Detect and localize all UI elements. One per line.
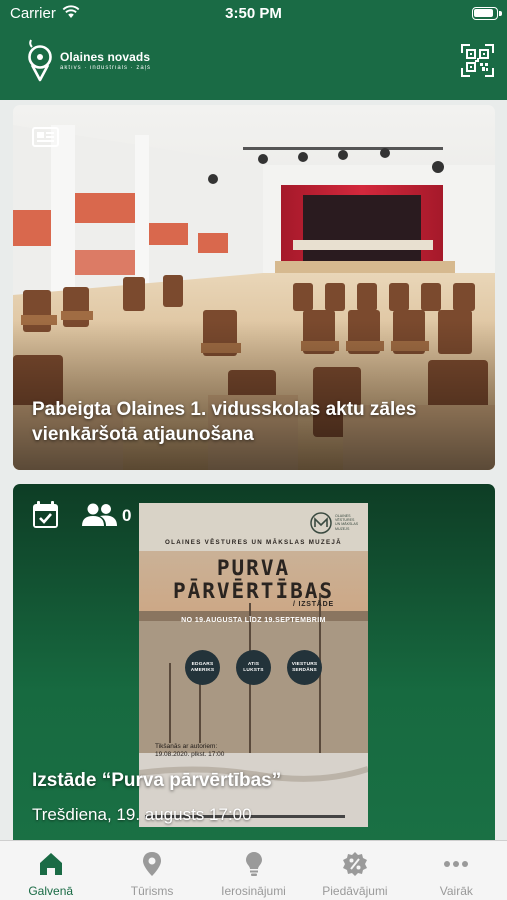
calendar-check-icon[interactable] (32, 501, 59, 529)
home-icon (39, 853, 62, 875)
logo-title: Olaines novads (60, 49, 151, 64)
poster-title-line1: PURVA (216, 556, 291, 580)
news-feed[interactable]: Pabeigta Olaines 1. vidusskolas aktu zāl… (0, 100, 507, 840)
tab-turisms[interactable]: Tūrisms (101, 841, 202, 900)
poster-meeting-line2: 19.08.2020. plkst. 17:00 (155, 751, 225, 758)
poster-logo-text-4: MUZEJS (335, 526, 350, 531)
poster-artist-1: EDGARS AMERIKS (185, 650, 220, 685)
poster-title-line2: PĀRVĒRTĪBAS (172, 579, 335, 603)
museum-logo-icon (310, 512, 332, 534)
tab-ierosinajumi[interactable]: Ierosinājumi (203, 841, 304, 900)
news-card[interactable]: Pabeigta Olaines 1. vidusskolas aktu zāl… (13, 105, 495, 470)
app-header: Olaines novads aktīvs · industriāls · za… (0, 26, 507, 100)
poster-meeting-line1: Tikšanās ar autoriem: (155, 743, 218, 750)
event-card[interactable]: 0 OLAINES VĒSTURES UN MĀKSLAS MUZEJS OLA… (13, 484, 495, 840)
event-date: Trešdiena, 19. augusts 17:00 (32, 805, 252, 824)
location-pin-logo-icon (28, 39, 52, 82)
newspaper-icon (32, 127, 59, 147)
artist-1-last-name: AMERIKS (190, 667, 215, 673)
poster-logo-text-3: UN MĀKSLAS (335, 522, 359, 527)
tab-galvena[interactable]: Galvenā (0, 841, 101, 900)
percent-badge-icon (342, 852, 367, 876)
map-pin-icon (143, 852, 162, 876)
logo-tagline: aktīvs · industriāls · zaļš (60, 64, 152, 71)
artist-2-last-name: LUKSTS (243, 667, 264, 673)
tab-label: Tūrisms (130, 884, 174, 898)
bottom-tab-bar: Galvenā Tūrisms Ierosinājumi Piedāvājumi… (0, 840, 507, 900)
poster-artist-3: VIESTURS SERDĀNS (287, 650, 322, 685)
artist-3-first-name: VIESTURS (291, 662, 318, 667)
poster-artist-2: ATIS LUKSTS (236, 650, 271, 685)
attendee-count: 0 (122, 506, 132, 525)
clock: 3:50 PM (225, 5, 282, 22)
olaine-logo[interactable]: Olaines novads aktīvs · industriāls · za… (26, 38, 151, 82)
tab-vairak[interactable]: Vairāk (406, 841, 507, 900)
poster-subtitle: / IZSTĀDE (292, 601, 334, 608)
tab-label: Vairāk (439, 884, 473, 898)
people-icon (82, 503, 117, 526)
news-title: Pabeigta Olaines 1. vidusskolas aktu zāl… (32, 399, 417, 445)
event-title: Izstāde “Purva pārvērtības” (32, 770, 282, 791)
title-gradient-overlay (13, 320, 495, 470)
tab-label: Piedāvājumi (322, 884, 388, 898)
qr-code-scan-icon[interactable] (461, 44, 494, 77)
artist-3-last-name: SERDĀNS (292, 667, 317, 673)
museum-logo-text: OLAINES VĒSTURES UN MĀKSLAS MUZEJS (335, 514, 358, 531)
more-dots-icon (444, 861, 469, 867)
poster-title: PURVA PĀRVĒRTĪBAS (139, 557, 368, 603)
poster-organizer: OLAINES VĒSTURES UN MĀKSLAS MUZEJĀ (165, 539, 342, 546)
tab-piedavajumi[interactable]: Piedāvājumi (304, 841, 405, 900)
lightbulb-icon (245, 852, 262, 876)
battery-icon (472, 7, 498, 20)
tab-label: Ierosinājumi (221, 884, 286, 898)
poster-meeting-info: Tikšanās ar autoriem: 19.08.2020. plkst.… (155, 743, 224, 759)
battery-tip (499, 11, 502, 16)
poster-dates: NO 19.AUGUSTA LĪDZ 19.SEPTEMBRIM (181, 617, 326, 624)
status-bar: Carrier 3:50 PM (0, 0, 507, 26)
tab-label: Galvenā (28, 884, 74, 898)
